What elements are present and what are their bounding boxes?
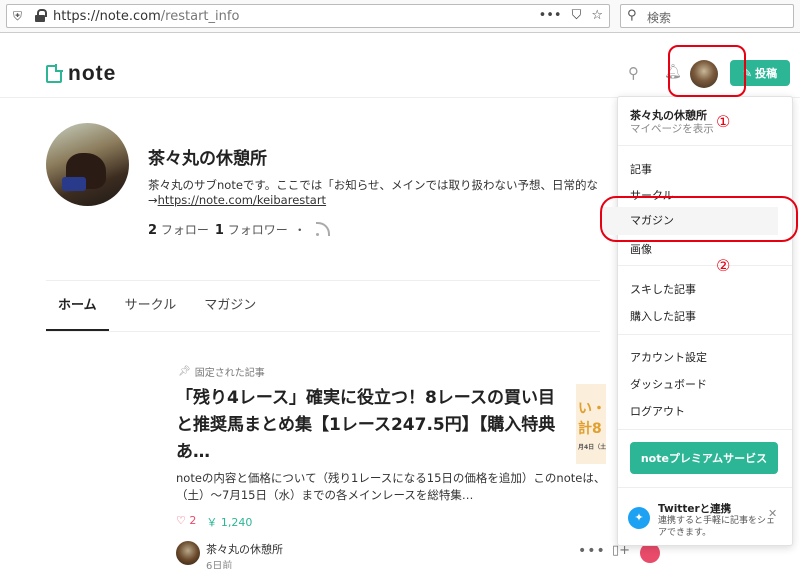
annotation-number-1: ① — [716, 112, 731, 131]
profile-tabs: ホーム サークル マガジン — [46, 280, 600, 332]
twitter-connect-title: Twitterと連携 — [658, 503, 732, 515]
article-date: 6日前 — [206, 561, 233, 569]
mypage-link[interactable]: マイページを表示 — [630, 121, 714, 136]
like-count[interactable]: ♡ 2 — [176, 514, 196, 530]
pin-icon: 📌︎ — [178, 366, 191, 377]
page-actions-icon[interactable]: ••• — [539, 8, 562, 23]
divider — [618, 487, 792, 488]
address-bar[interactable]: ⛨ https://note.com/restart_info ••• ⛉ ☆ — [6, 4, 610, 28]
rss-icon[interactable] — [315, 221, 330, 236]
divider — [618, 265, 792, 266]
divider — [618, 145, 792, 146]
like-button[interactable] — [640, 543, 660, 563]
browser-search-input[interactable]: ⚲ 検索 — [620, 4, 794, 28]
tracking-shield-icon[interactable]: ⛨ — [13, 9, 22, 24]
separator-dot: ・ — [293, 223, 306, 237]
author-name[interactable]: 茶々丸の休憩所 — [206, 541, 283, 557]
article-price: ￥ 1,240 — [206, 516, 253, 529]
tab-magazine[interactable]: マガジン — [192, 281, 268, 331]
article-title[interactable]: 「残り4レース」確実に役立つ！8レースの買い目と推奨馬まとめ集【1レース247.… — [176, 385, 566, 466]
url-actions: ••• ⛉ ☆ — [539, 8, 603, 23]
twitter-connect-description: 連携すると手軽に記事をシェアできます。 — [658, 516, 776, 538]
twitter-connect-box[interactable]: ✦ Twitterと連携 連携すると手軽に記事をシェアできます。 ✕ — [618, 493, 792, 545]
menu-item-articles[interactable]: 記事 — [630, 161, 652, 177]
twitter-bird-icon: ✦ — [628, 507, 650, 529]
divider — [618, 429, 792, 430]
pocket-icon[interactable]: ⛉ — [572, 8, 582, 23]
profile-link-row: →https://note.com/keibarestart — [148, 193, 327, 207]
pinned-label: 📌︎ 固定された記事 — [178, 366, 265, 379]
browser-toolbar: ⛨ https://note.com/restart_info ••• ⛉ ☆ … — [0, 0, 800, 33]
follower-link[interactable]: 1 フォロワー — [215, 221, 288, 238]
article-stats: ♡ 2 ￥ 1,240 — [176, 514, 252, 530]
article-excerpt: noteの内容と価格について（残り1レースになる15日の価格を追加）このnote… — [176, 471, 606, 502]
article-thumbnail[interactable]: い・地 計8 月4日（土） — [576, 384, 606, 464]
bookmark-star-icon[interactable]: ☆ — [591, 8, 603, 23]
close-icon[interactable]: ✕ — [768, 507, 777, 520]
note-logo-text: note — [68, 62, 117, 85]
search-placeholder: 検索 — [647, 11, 672, 25]
post-button-label: 投稿 — [755, 67, 778, 80]
url-text[interactable]: https://note.com/restart_info — [53, 9, 239, 24]
menu-item-liked-articles[interactable]: スキした記事 — [630, 281, 696, 297]
profile-link[interactable]: https://note.com/keibarestart — [158, 193, 326, 207]
profile-avatar — [46, 123, 129, 206]
tab-home[interactable]: ホーム — [46, 281, 109, 331]
author-avatar[interactable] — [176, 541, 200, 565]
annotation-number-2: ② — [716, 256, 731, 275]
header-search-icon[interactable]: ⚲ — [628, 64, 639, 82]
menu-item-images[interactable]: 画像 — [630, 241, 652, 257]
annotation-circle-avatar — [668, 45, 746, 97]
premium-service-button[interactable]: noteプレミアムサービス — [630, 442, 778, 474]
profile-description: 茶々丸のサブnoteです。ここでは「お知らせ、メインでは取り扱わない予想、日常的… — [148, 178, 600, 192]
note-logo[interactable]: note — [46, 62, 116, 86]
tab-circle[interactable]: サークル — [113, 281, 189, 331]
follow-link[interactable]: 2 フォロー — [148, 221, 209, 238]
menu-item-purchased-articles[interactable]: 購入した記事 — [630, 308, 696, 324]
article-author: 茶々丸の休憩所 6日前 — [176, 541, 283, 569]
menu-item-account-settings[interactable]: アカウント設定 — [630, 349, 707, 365]
follow-stats: 2 フォロー 1 フォロワー ・ — [148, 221, 330, 238]
profile-name: 茶々丸の休憩所 — [148, 149, 267, 169]
annotation-circle-magazine — [600, 196, 798, 242]
menu-item-dashboard[interactable]: ダッシュボード — [630, 376, 707, 392]
note-logo-icon — [46, 64, 63, 83]
lock-icon[interactable] — [35, 9, 47, 22]
account-dropdown: 茶々丸の休憩所 マイページを表示 記事 サークル マガジン 画像 スキした記事 … — [602, 96, 793, 546]
divider — [618, 334, 792, 335]
search-icon: ⚲ — [627, 8, 637, 23]
more-options-icon[interactable]: ••• — [578, 543, 606, 559]
menu-item-logout[interactable]: ログアウト — [630, 403, 685, 419]
